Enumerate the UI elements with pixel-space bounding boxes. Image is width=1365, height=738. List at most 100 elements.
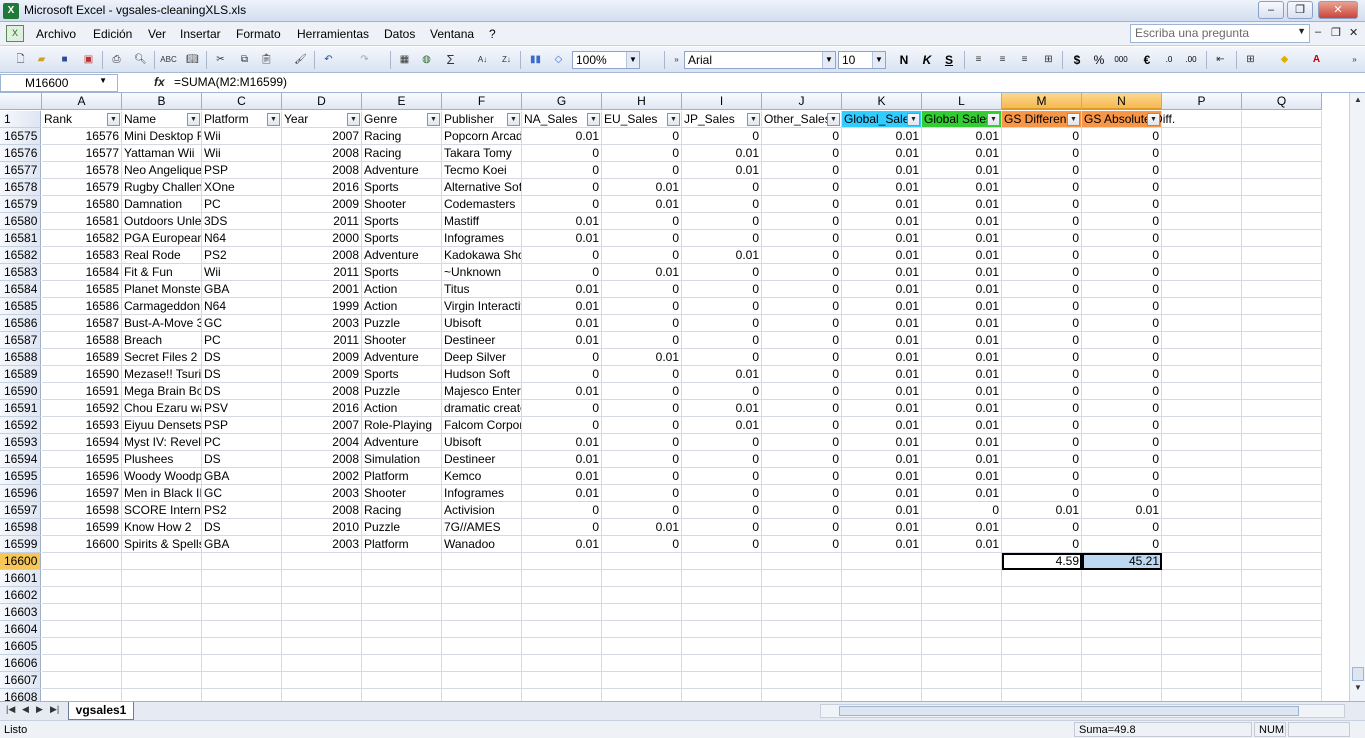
column-title-cell[interactable]: Platform ▼ (202, 111, 282, 128)
table-cell[interactable]: 2011 (282, 213, 362, 230)
table-cell[interactable]: 0.01 (522, 230, 602, 247)
table-cell[interactable] (522, 553, 602, 570)
formula-input[interactable]: =SUMA(M2:M16599) (174, 75, 287, 89)
chevron-down-icon[interactable]: ▼ (626, 52, 639, 68)
row-header[interactable]: 16601 (0, 570, 41, 587)
table-cell[interactable] (682, 638, 762, 655)
table-cell[interactable]: 2002 (282, 468, 362, 485)
table-cell[interactable]: 0 (1002, 349, 1082, 366)
borders-icon[interactable]: ⊞ (1242, 51, 1259, 68)
total-gs-absolute-cell[interactable]: 45.21 (1082, 553, 1162, 570)
table-cell[interactable] (682, 672, 762, 689)
menu-ver[interactable]: Ver (148, 27, 166, 41)
table-cell[interactable]: 0.01 (922, 485, 1002, 502)
table-cell[interactable] (1242, 553, 1322, 570)
table-cell[interactable] (1162, 196, 1242, 213)
row-header[interactable]: 16575 (0, 128, 41, 145)
table-cell[interactable]: 0 (1002, 213, 1082, 230)
table-cell[interactable] (282, 621, 362, 638)
table-cell[interactable]: 0 (602, 298, 682, 315)
table-cell[interactable]: PS2 (202, 502, 282, 519)
table-cell[interactable] (1162, 247, 1242, 264)
table-cell[interactable]: Planet Monsters (122, 281, 202, 298)
table-cell[interactable]: 0 (682, 383, 762, 400)
column-header-k[interactable]: K (842, 93, 922, 110)
table-cell[interactable]: 0 (1002, 230, 1082, 247)
column-title-cell[interactable]: JP_Sales ▼ (682, 111, 762, 128)
table-cell[interactable]: GBA (202, 281, 282, 298)
table-cell[interactable]: 0 (1002, 247, 1082, 264)
table-cell[interactable]: 0 (602, 162, 682, 179)
table-cell[interactable] (42, 587, 122, 604)
table-cell[interactable]: Mastiff (442, 213, 522, 230)
table-cell[interactable]: 0 (682, 519, 762, 536)
table-cell[interactable]: 0 (1082, 298, 1162, 315)
table-cell[interactable]: 0.01 (922, 128, 1002, 145)
autosum-icon[interactable]: Σ (442, 51, 459, 68)
table-cell[interactable]: 0.01 (522, 485, 602, 502)
table-cell[interactable]: 0 (1082, 196, 1162, 213)
table-cell[interactable]: 0.01 (842, 179, 922, 196)
row-header[interactable]: 16608 (0, 689, 41, 701)
table-cell[interactable] (1162, 604, 1242, 621)
ask-question-input[interactable]: Escriba una pregunta ▼ (1130, 24, 1310, 43)
table-cell[interactable] (522, 689, 602, 701)
table-cell[interactable]: Ubisoft (442, 434, 522, 451)
table-cell[interactable] (1162, 468, 1242, 485)
table-cell[interactable] (1242, 485, 1322, 502)
table-cell[interactable] (362, 553, 442, 570)
table-cell[interactable]: 2011 (282, 332, 362, 349)
table-cell[interactable]: 16580 (42, 196, 122, 213)
table-cell[interactable]: 0.01 (842, 383, 922, 400)
column-header-g[interactable]: G (522, 93, 602, 110)
scroll-thumb[interactable] (1352, 667, 1364, 681)
table-cell[interactable]: 0 (682, 485, 762, 502)
table-cell[interactable]: 0 (762, 315, 842, 332)
table-cell[interactable]: 0 (602, 400, 682, 417)
toolbar-options-icon[interactable]: » (1346, 51, 1363, 68)
table-cell[interactable] (842, 638, 922, 655)
table-cell[interactable]: 0 (1002, 485, 1082, 502)
table-cell[interactable]: 0.01 (922, 196, 1002, 213)
table-cell[interactable]: Spirits & Spells (122, 536, 202, 553)
filter-dropdown-icon[interactable]: ▼ (667, 113, 680, 126)
table-cell[interactable]: Action (362, 400, 442, 417)
table-cell[interactable]: Platform (362, 536, 442, 553)
total-gs-difference-cell[interactable]: 4.59 (1002, 553, 1082, 570)
table-cell[interactable] (1242, 383, 1322, 400)
table-cell[interactable]: 0 (1082, 162, 1162, 179)
chevron-down-icon[interactable]: ▼ (1297, 26, 1306, 36)
column-title-cell[interactable]: Other_Sales ▼ (762, 111, 842, 128)
table-cell[interactable]: 0 (762, 298, 842, 315)
document-icon[interactable]: X (6, 25, 24, 42)
table-cell[interactable]: 0 (762, 468, 842, 485)
table-cell[interactable] (442, 638, 522, 655)
column-title-cell[interactable]: Global_Sales ▼ (842, 111, 922, 128)
table-cell[interactable] (1162, 502, 1242, 519)
table-cell[interactable]: 0 (682, 213, 762, 230)
open-folder-icon[interactable]: ▰ (33, 51, 50, 68)
sort-ascending-icon[interactable]: A↓ (474, 51, 491, 68)
table-cell[interactable]: Mezase!! Tsuri (122, 366, 202, 383)
table-cell[interactable]: 16590 (42, 366, 122, 383)
table-cell[interactable]: 0 (682, 179, 762, 196)
row-header[interactable]: 16585 (0, 298, 41, 315)
table-cell[interactable]: PSP (202, 417, 282, 434)
table-cell[interactable] (522, 604, 602, 621)
table-cell[interactable]: 16582 (42, 230, 122, 247)
table-cell[interactable]: 0 (1082, 145, 1162, 162)
table-cell[interactable] (602, 672, 682, 689)
table-cell[interactable]: Adventure (362, 349, 442, 366)
table-cell[interactable] (1162, 315, 1242, 332)
table-cell[interactable] (282, 570, 362, 587)
table-cell[interactable]: 0.01 (1002, 502, 1082, 519)
table-cell[interactable] (602, 655, 682, 672)
table-cell[interactable]: Yattaman Wii (122, 145, 202, 162)
table-cell[interactable]: Ubisoft (442, 315, 522, 332)
table-cell[interactable] (1242, 621, 1322, 638)
table-cell[interactable]: 16594 (42, 434, 122, 451)
table-cell[interactable] (1162, 638, 1242, 655)
table-cell[interactable]: 0.01 (602, 179, 682, 196)
table-cell[interactable]: SCORE International (122, 502, 202, 519)
row-header[interactable]: 16596 (0, 485, 41, 502)
